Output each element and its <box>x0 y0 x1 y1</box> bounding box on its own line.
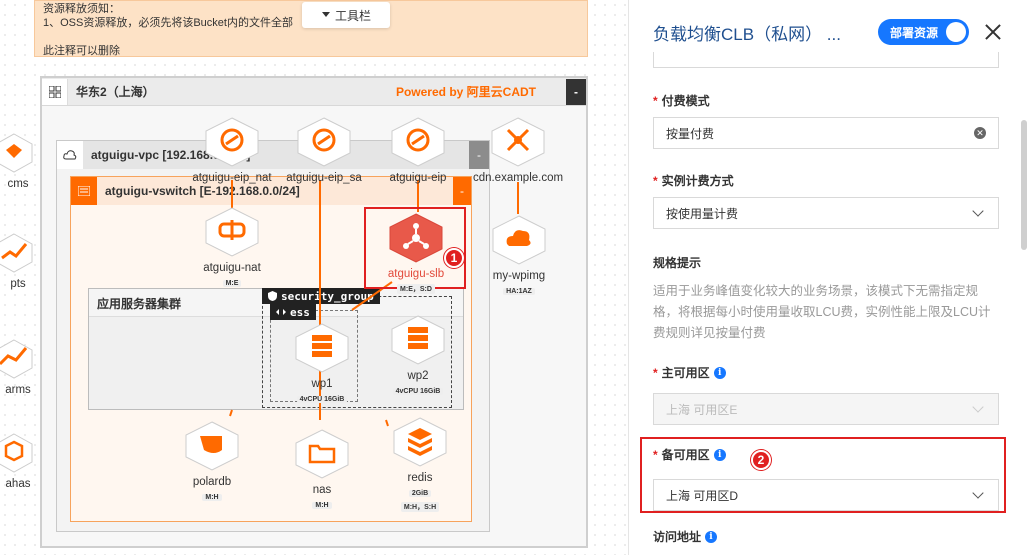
chevron-down-icon <box>972 205 984 217</box>
nat-tag: M:E <box>222 280 242 287</box>
backup-zone-value: 上海 可用区D <box>666 488 739 503</box>
eip-icon <box>297 117 351 167</box>
step-badge-2: 2 <box>751 450 771 470</box>
primary-zone-label: * 主可用区 i <box>653 364 999 381</box>
eip-label: atguigu-eip <box>389 172 447 184</box>
slb-label: atguigu-slb <box>387 268 445 280</box>
wpimg-label: my-wpimg <box>492 270 546 282</box>
wp2-label: wp2 <box>407 370 429 382</box>
pay-mode-field: * 付费模式 按量付费 ✕ <box>653 92 999 149</box>
pay-mode-value: 按量付费 <box>666 126 715 141</box>
spec-hint-section: 规格提示 适用于业务峰值变化较大的业务场景，该模式下无需指定规格，将根据每小时使… <box>653 254 999 344</box>
access-address-field: 访问地址 i <box>653 528 718 545</box>
architecture-canvas[interactable]: 资源释放须知： 1、OSS资源释放，必须先将该Bucket内的文件全部 此注释可… <box>0 0 628 555</box>
wp1-tag: 4vCPU 16GiB <box>296 396 348 403</box>
spec-hint-label: 规格提示 <box>653 256 702 270</box>
info-icon: i <box>705 530 718 543</box>
chevron-down-icon <box>972 487 984 499</box>
redis-tag-zone: M:H，S:H <box>400 502 440 512</box>
nas-icon <box>295 429 349 479</box>
nat-icon <box>205 207 259 257</box>
primary-zone-select: 上海 可用区E <box>653 393 999 425</box>
oss-icon <box>492 215 546 265</box>
wpimg-tag: HA:1AZ <box>503 288 535 295</box>
polardb-icon <box>185 421 239 471</box>
polardb-label: polardb <box>192 476 232 488</box>
pay-mode-select[interactable]: 按量付费 ✕ <box>653 117 999 149</box>
nas-node[interactable]: nas M:H <box>286 428 358 510</box>
cdn-label: cdn.example.com <box>472 172 564 184</box>
eip-nat-label: atguigu-eip_nat <box>192 172 272 184</box>
truncated-input[interactable] <box>653 52 999 68</box>
polardb-node[interactable]: polardb M:H <box>176 420 248 502</box>
backup-zone-label: * 备可用区 i <box>653 446 999 463</box>
chevron-down-icon <box>972 401 984 413</box>
ecs-icon <box>295 323 349 373</box>
info-icon: i <box>713 448 726 461</box>
nat-node[interactable]: atguigu-nat M:E <box>186 206 278 288</box>
primary-zone-field: * 主可用区 i 上海 可用区E <box>653 364 999 425</box>
wp1-label: wp1 <box>311 378 333 390</box>
access-label: 访问地址 i <box>653 528 718 545</box>
redis-icon <box>393 417 447 467</box>
panel-scrollbar[interactable] <box>1021 120 1027 250</box>
panel-title: 负载均衡CLB（私网） ... <box>653 24 841 44</box>
deploy-resource-toggle[interactable]: 部署资源 <box>877 19 969 45</box>
wp2-node[interactable]: wp2 4vCPU 16GiB <box>382 314 454 396</box>
clear-icon[interactable]: ✕ <box>974 127 986 139</box>
backup-zone-field: * 备可用区 i 上海 可用区D <box>653 446 999 511</box>
eip-sa-node[interactable]: atguigu-eip_sa <box>278 116 370 184</box>
redis-node[interactable]: redis 2GiB M:H，S:H <box>382 416 458 512</box>
close-icon[interactable] <box>983 22 1003 42</box>
step-badge-1: 1 <box>444 248 464 268</box>
billing-field: * 实例计费方式 按使用量计费 <box>653 172 999 229</box>
eip-nat-node[interactable]: atguigu-eip_nat <box>176 116 288 184</box>
eip-node[interactable]: atguigu-eip <box>372 116 464 184</box>
property-panel: 负载均衡CLB（私网） ... 部署资源 * 付费模式 按量付费 ✕ * 实例计费方… <box>628 0 1029 555</box>
wpimg-node[interactable]: my-wpimg HA:1AZ <box>478 214 560 296</box>
ecs-icon <box>391 315 445 365</box>
nas-tag: M:H <box>312 502 332 509</box>
backup-zone-select[interactable]: 上海 可用区D <box>653 479 999 511</box>
eip-icon <box>205 117 259 167</box>
wp2-tag: 4vCPU 16GiB <box>392 388 444 395</box>
primary-zone-value: 上海 可用区E <box>666 402 738 417</box>
wp1-node[interactable]: wp1 4vCPU 16GiB <box>286 322 358 404</box>
polardb-tag: M:H <box>202 494 222 501</box>
info-icon: i <box>713 366 726 379</box>
deploy-toggle-label: 部署资源 <box>889 25 938 40</box>
nas-label: nas <box>312 484 332 496</box>
toggle-knob <box>946 22 966 42</box>
eip-sa-label: atguigu-eip_sa <box>286 172 362 184</box>
slb-icon <box>389 213 443 263</box>
spec-hint-text: 适用于业务峰值变化较大的业务场景，该模式下无需指定规格，将根据每小时使用量收取L… <box>653 284 991 340</box>
eip-icon <box>391 117 445 167</box>
nat-label: atguigu-nat <box>203 262 261 274</box>
cdn-node[interactable]: cdn.example.com <box>466 116 570 184</box>
cdn-icon <box>491 117 545 167</box>
redis-label: redis <box>407 472 433 484</box>
pay-mode-label: * 付费模式 <box>653 93 710 109</box>
billing-value: 按使用量计费 <box>666 206 739 221</box>
redis-tag-size: 2GiB <box>408 490 432 497</box>
billing-select[interactable]: 按使用量计费 <box>653 197 999 229</box>
slb-tag: M:E，S:D <box>397 284 435 294</box>
billing-label: * 实例计费方式 <box>653 173 734 189</box>
